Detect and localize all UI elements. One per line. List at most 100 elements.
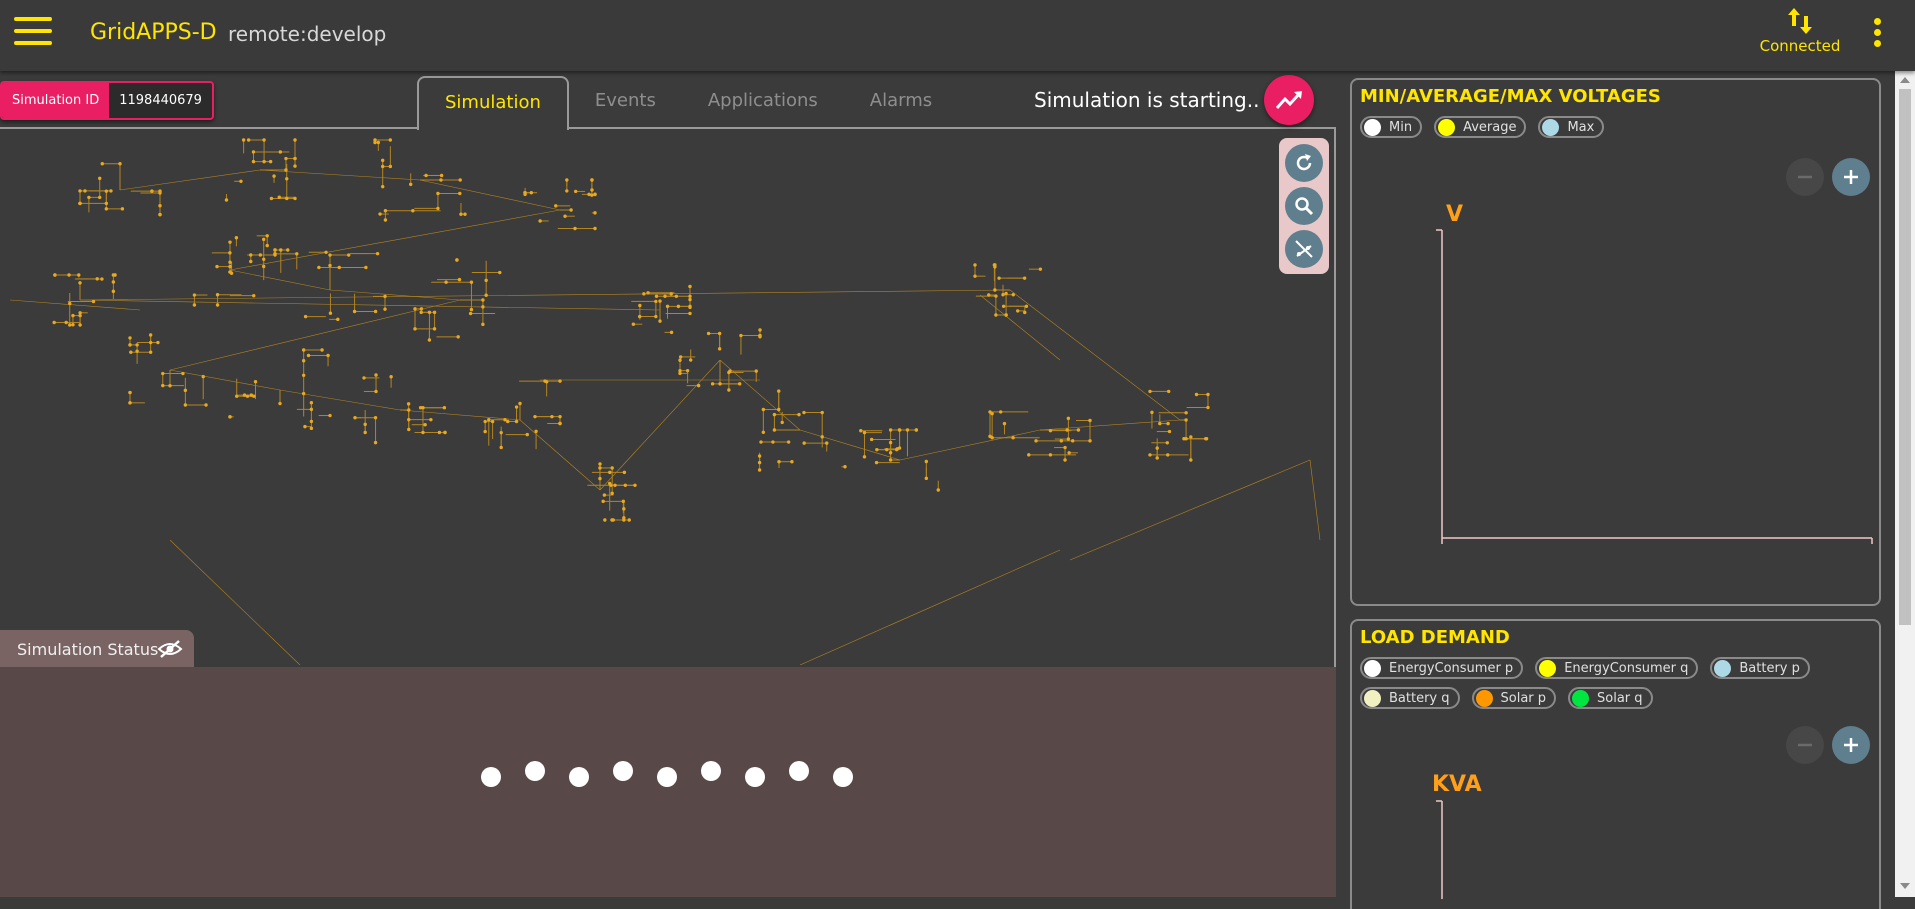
map-node bbox=[262, 264, 266, 269]
map-node bbox=[68, 301, 72, 306]
tab-alarms[interactable]: Alarms bbox=[844, 76, 958, 128]
network-topology-map[interactable] bbox=[0, 130, 1334, 665]
map-line bbox=[799, 429, 901, 461]
map-node bbox=[78, 189, 82, 193]
map-node bbox=[888, 440, 893, 445]
legend-energyconsumer-p[interactable]: EnergyConsumer p bbox=[1360, 657, 1524, 679]
plus-icon bbox=[1844, 738, 1858, 752]
map-node bbox=[111, 280, 116, 284]
scroll-thumb[interactable] bbox=[1899, 89, 1911, 625]
map-node bbox=[421, 430, 425, 435]
legend-label: Max bbox=[1567, 119, 1595, 135]
legend-swatch bbox=[1438, 118, 1456, 136]
map-node bbox=[228, 415, 232, 419]
map-node bbox=[303, 314, 308, 319]
voltage-legend: Min Average Max bbox=[1360, 116, 1605, 138]
map-node bbox=[380, 184, 385, 189]
map-node bbox=[64, 320, 68, 325]
map-node bbox=[388, 138, 392, 142]
map-node bbox=[654, 299, 658, 304]
map-node bbox=[710, 382, 715, 386]
scroll-up-icon[interactable] bbox=[1900, 77, 1910, 83]
legend-battery-p[interactable]: Battery p bbox=[1710, 657, 1810, 679]
map-node bbox=[1088, 439, 1092, 443]
map-node bbox=[613, 483, 617, 488]
map-node bbox=[706, 331, 711, 336]
map-node bbox=[249, 393, 253, 397]
connection-status[interactable]: Connected bbox=[1750, 6, 1850, 55]
map-node bbox=[234, 236, 239, 240]
tab-events[interactable]: Events bbox=[569, 76, 682, 128]
legend-max[interactable]: Max bbox=[1538, 116, 1605, 138]
map-node bbox=[1189, 458, 1193, 462]
map-node bbox=[717, 331, 722, 336]
map-node bbox=[1038, 267, 1043, 271]
map-node bbox=[413, 327, 417, 331]
simulation-id-badge: Simulation ID 1198440679 bbox=[0, 81, 214, 120]
toggle-labels-button[interactable] bbox=[1285, 230, 1323, 268]
refresh-button[interactable] bbox=[1285, 144, 1323, 182]
map-node bbox=[262, 257, 266, 261]
map-node bbox=[674, 294, 679, 298]
map-node bbox=[994, 294, 998, 298]
more-vert-icon[interactable] bbox=[1870, 18, 1884, 50]
show-chart-button[interactable] bbox=[1264, 75, 1314, 125]
map-node bbox=[1204, 437, 1209, 441]
map-node bbox=[550, 414, 554, 419]
map-node bbox=[285, 196, 289, 201]
simulation-status-toggle[interactable]: Simulation Status bbox=[0, 630, 194, 668]
minus-icon bbox=[1798, 175, 1812, 179]
voltage-zoom-out-button[interactable] bbox=[1786, 158, 1824, 196]
map-node bbox=[757, 460, 762, 465]
map-node bbox=[1150, 410, 1154, 415]
app-subtitle: remote:develop bbox=[228, 22, 387, 46]
map-node bbox=[758, 328, 762, 332]
map-node bbox=[1165, 441, 1169, 445]
map-node bbox=[1182, 437, 1186, 441]
load-zoom-out-button[interactable] bbox=[1786, 726, 1824, 764]
map-node bbox=[456, 335, 460, 339]
load-zoom-in-button[interactable] bbox=[1832, 726, 1870, 764]
map-node bbox=[654, 294, 659, 298]
map-node bbox=[761, 407, 766, 412]
scroll-down-icon[interactable] bbox=[1900, 883, 1910, 889]
eye-off-icon bbox=[157, 640, 183, 658]
map-node bbox=[569, 208, 573, 212]
tab-simulation[interactable]: Simulation bbox=[417, 76, 569, 130]
map-node bbox=[790, 460, 794, 464]
app-header: GridAPPS-D remote:develop Connected bbox=[0, 0, 1915, 71]
map-node bbox=[439, 178, 443, 182]
legend-solar-q[interactable]: Solar q bbox=[1568, 687, 1653, 709]
map-node bbox=[777, 460, 781, 464]
hamburger-icon[interactable] bbox=[14, 17, 52, 49]
map-node bbox=[973, 274, 977, 278]
legend-swatch bbox=[1542, 118, 1560, 136]
legend-battery-q[interactable]: Battery q bbox=[1360, 687, 1460, 709]
legend-min[interactable]: Min bbox=[1360, 116, 1423, 138]
tab-applications[interactable]: Applications bbox=[682, 76, 844, 128]
map-node bbox=[249, 253, 253, 257]
map-node bbox=[558, 421, 562, 426]
map-node bbox=[215, 293, 220, 297]
search-button[interactable] bbox=[1285, 187, 1323, 225]
map-node bbox=[994, 313, 998, 317]
map-node bbox=[997, 276, 1001, 280]
voltage-zoom-in-button[interactable] bbox=[1832, 158, 1870, 196]
map-node bbox=[239, 179, 243, 183]
load-chart-axes bbox=[1436, 800, 1443, 899]
legend-average[interactable]: Average bbox=[1434, 116, 1527, 138]
map-node bbox=[1063, 458, 1067, 462]
map-node bbox=[406, 402, 411, 406]
page-scrollbar[interactable] bbox=[1895, 71, 1915, 897]
map-node bbox=[241, 138, 246, 142]
legend-solar-p[interactable]: Solar p bbox=[1471, 687, 1557, 709]
map-node bbox=[993, 288, 997, 292]
map-node bbox=[364, 265, 368, 270]
map-node bbox=[688, 284, 692, 289]
map-node bbox=[373, 138, 377, 142]
map-node bbox=[383, 218, 388, 222]
legend-energyconsumer-q[interactable]: EnergyConsumer q bbox=[1535, 657, 1699, 679]
map-node bbox=[1189, 435, 1193, 439]
map-node bbox=[268, 159, 273, 164]
map-node bbox=[324, 250, 328, 254]
